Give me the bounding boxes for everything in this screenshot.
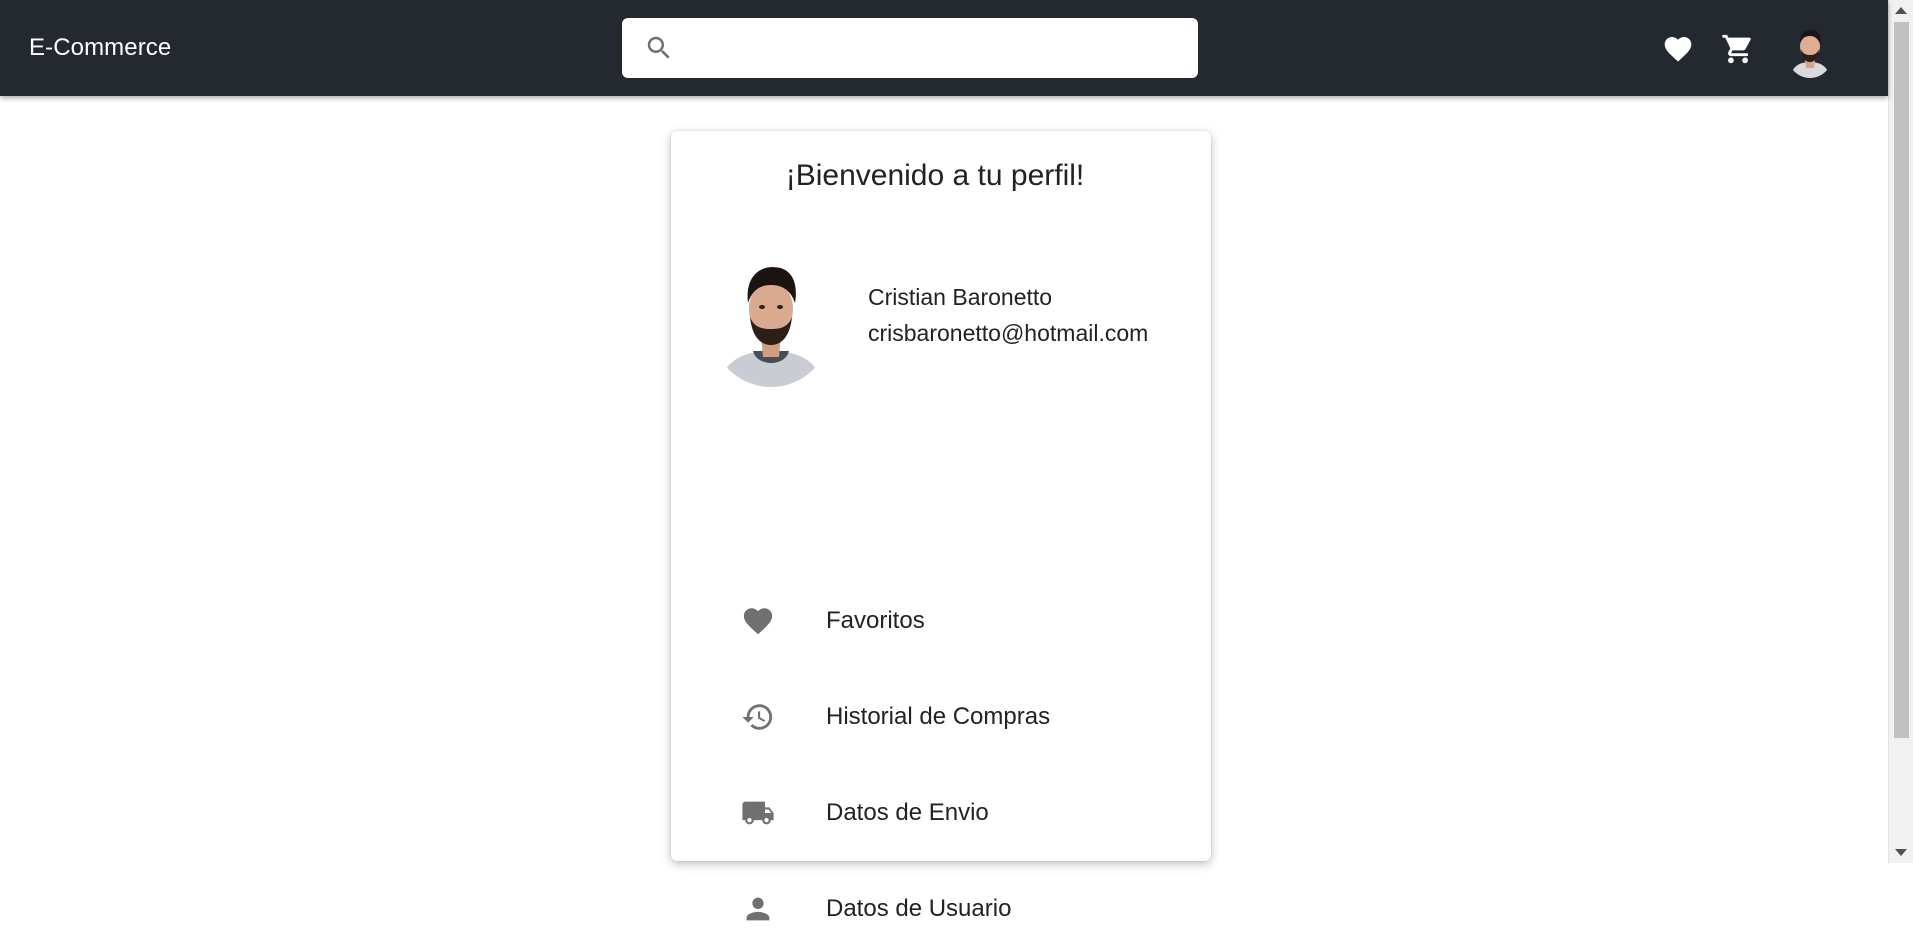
- welcome-title: ¡Bienvenido a tu perfil!: [785, 159, 1085, 192]
- app-bar: E-Commerce: [0, 0, 1888, 96]
- truck-icon: [742, 801, 774, 825]
- cart-icon[interactable]: [1720, 32, 1756, 66]
- scroll-thumb[interactable]: [1894, 22, 1909, 738]
- menu-item-historial[interactable]: Historial de Compras: [711, 681, 1171, 751]
- user-email: crisbaronetto@hotmail.com: [868, 320, 1149, 346]
- scroll-up-arrow-icon[interactable]: [1895, 7, 1907, 14]
- profile-card: ¡Bienvenido a tu perfil! Cristian Barone…: [671, 131, 1211, 922]
- brand-title[interactable]: E-Commerce: [29, 34, 171, 62]
- user-name: Cristian Baronetto: [868, 284, 1053, 310]
- search-icon[interactable]: [644, 33, 674, 63]
- person-icon: [746, 897, 770, 921]
- menu-label: Datos de Envio: [826, 799, 989, 826]
- search-box[interactable]: [622, 18, 1198, 78]
- menu-label: Favoritos: [826, 607, 925, 634]
- menu-item-favoritos[interactable]: Favoritos: [711, 585, 1171, 655]
- menu-label: Historial de Compras: [826, 703, 1051, 730]
- heart-icon: [743, 608, 773, 635]
- menu-item-usuario[interactable]: Datos de Usuario: [711, 873, 1171, 943]
- menu-item-envio[interactable]: Datos de Envio: [711, 777, 1171, 847]
- avatar[interactable]: [1786, 24, 1834, 78]
- scroll-down-arrow-icon[interactable]: [1895, 849, 1907, 856]
- scrollbar[interactable]: [1888, 0, 1913, 863]
- menu-label: Datos de Usuario: [826, 895, 1012, 922]
- profile-photo: [719, 267, 823, 387]
- history-icon: [742, 704, 773, 730]
- search-input[interactable]: [692, 18, 1182, 78]
- heart-icon[interactable]: [1661, 33, 1695, 65]
